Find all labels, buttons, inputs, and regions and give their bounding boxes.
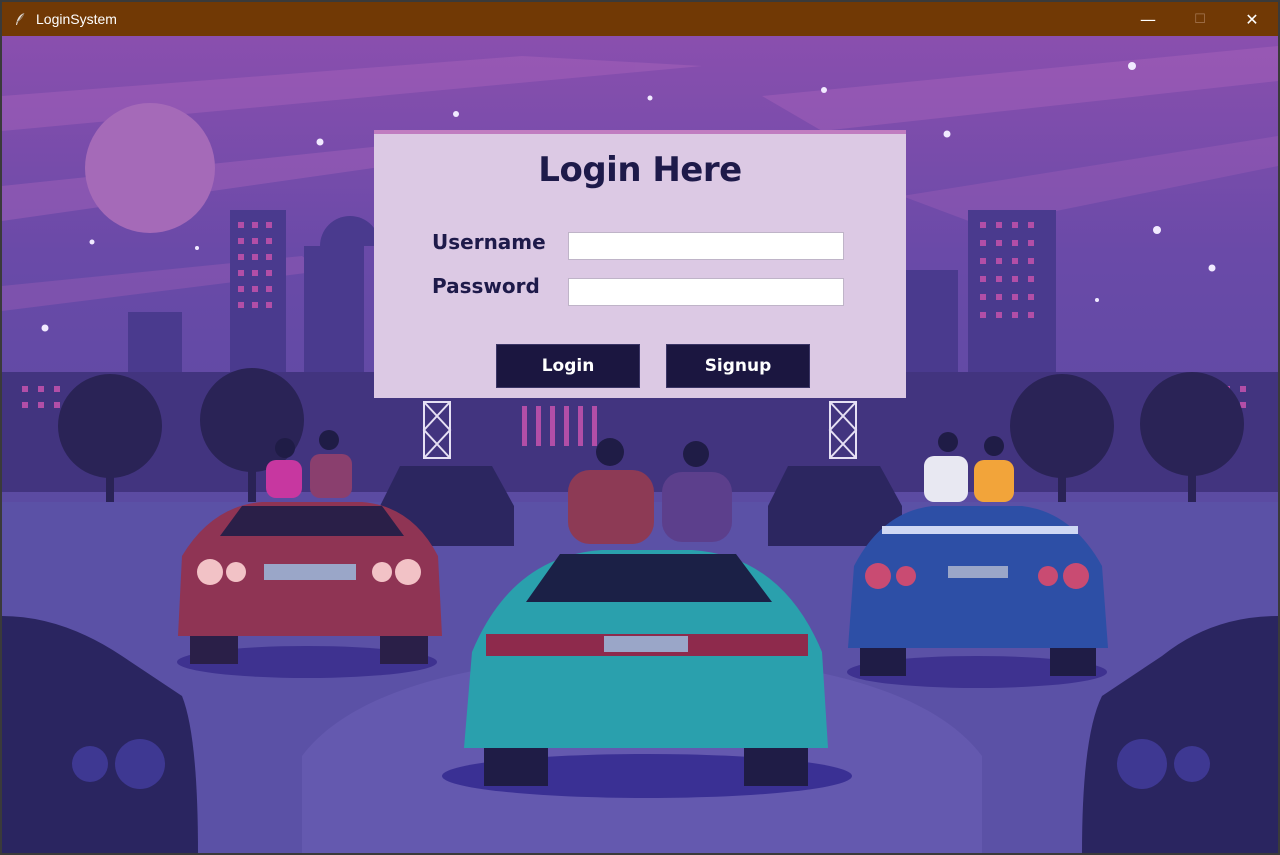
password-input[interactable] [568,278,844,306]
close-icon[interactable]: ✕ [1226,2,1278,36]
login-button[interactable]: Login [496,344,640,388]
password-label: Password [432,274,540,298]
maximize-icon[interactable]: ☐ [1174,2,1226,36]
blue-car [847,506,1108,688]
username-input[interactable] [568,232,844,260]
login-panel: Login Here Username Password Login Signu… [374,130,906,398]
window-controls: — ☐ ✕ [1122,2,1278,36]
window-title: LoginSystem [36,11,117,27]
background-illustration: Login Here Username Password Login Signu… [2,36,1278,853]
app-window: LoginSystem — ☐ ✕ Login Here Username Pa… [0,0,1280,855]
signup-button[interactable]: Signup [666,344,810,388]
red-car [177,502,442,678]
minimize-icon[interactable]: — [1122,2,1174,36]
title-bar[interactable]: LoginSystem — ☐ ✕ [2,2,1278,36]
username-label: Username [432,230,546,254]
moon [85,103,215,233]
page-title: Login Here [538,150,742,190]
feather-icon [14,12,28,26]
